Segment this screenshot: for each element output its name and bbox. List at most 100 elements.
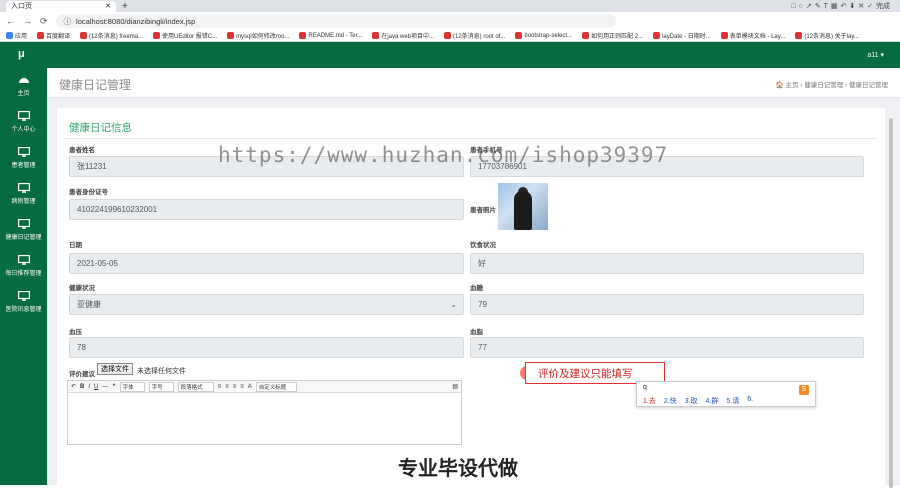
- bookmark-item[interactable]: 如何用正则匹配 2...: [582, 31, 643, 40]
- text-tool-icon[interactable]: T: [824, 3, 828, 10]
- pen-tool-icon[interactable]: ✎: [815, 2, 821, 10]
- bp-label: 血压: [69, 329, 82, 336]
- bookmark-item[interactable]: 百度翻译: [37, 31, 70, 40]
- close-annot-icon[interactable]: ✕: [858, 2, 864, 10]
- blood-sugar-input[interactable]: 79: [470, 294, 864, 315]
- sidebar-item[interactable]: 健康日记管理: [0, 212, 47, 248]
- ime-logo-icon: S: [799, 385, 809, 395]
- patient-photo: [498, 183, 548, 230]
- bookmark-item[interactable]: 表单模块文档 - Lay...: [720, 31, 785, 40]
- bookmark-icon: [37, 32, 45, 39]
- save-icon[interactable]: ⬇: [849, 2, 855, 10]
- ime-candidate[interactable]: 3.取: [685, 396, 698, 406]
- sidebar-item-label: 病例管理: [11, 199, 36, 205]
- underline-icon[interactable]: U: [94, 384, 98, 390]
- ime-candidates[interactable]: 1.去 2.快 3.取 4.群 5.请 6.: [643, 396, 753, 406]
- undo-icon[interactable]: ↶: [71, 383, 76, 390]
- ime-candidate[interactable]: 2.快: [664, 396, 677, 406]
- bookmark-icon: [372, 32, 380, 39]
- align-center-icon[interactable]: ≡: [225, 384, 229, 390]
- id-label: 患者身份证号: [69, 189, 108, 196]
- choose-file-button[interactable]: 选择文件: [97, 363, 133, 375]
- scrollbar[interactable]: [888, 108, 894, 488]
- italic-icon[interactable]: I: [88, 384, 90, 390]
- diet-input[interactable]: 好: [470, 253, 864, 274]
- font-family-select[interactable]: 字体: [119, 381, 145, 392]
- url-input[interactable]: ⓘ localhost:8080/dianzibingli/index.jsp: [55, 14, 616, 28]
- bookmarks-bar: 应用 百度翻译 (12条消息) freema... 使用UEditor 报错C... m…: [0, 30, 900, 42]
- monitor-icon: [17, 147, 30, 157]
- close-tab-icon[interactable]: ✕: [105, 2, 111, 10]
- ime-input: q: [643, 384, 647, 391]
- ime-candidate-box[interactable]: q 1.去 2.快 3.取 4.群 5.请 6. S: [636, 381, 816, 407]
- rect-tool-icon[interactable]: □: [791, 3, 795, 10]
- bookmark-item[interactable]: README.md - Ter...: [299, 32, 362, 39]
- ime-candidate[interactable]: 1.去: [643, 396, 656, 406]
- align-justify-icon[interactable]: ≡: [240, 384, 244, 390]
- bookmark-item[interactable]: bootstrap-select...: [515, 32, 572, 39]
- id-input[interactable]: 410224199610232001: [69, 199, 464, 220]
- forward-icon[interactable]: →: [23, 16, 32, 26]
- sidebar-item[interactable]: 主页: [0, 68, 47, 104]
- info-icon: ⓘ: [63, 16, 72, 26]
- arrow-tool-icon[interactable]: ↗: [806, 2, 812, 10]
- monitor-icon: [17, 219, 30, 229]
- reload-icon[interactable]: ⟳: [40, 16, 48, 27]
- sidebar-item[interactable]: 个人中心: [0, 104, 47, 140]
- ime-candidate[interactable]: 4.群: [706, 396, 719, 406]
- watermark: https://www.huzhan.com/ishop39397: [218, 143, 669, 167]
- sidebar-item[interactable]: 医院讯息管理: [0, 284, 47, 320]
- bold-icon[interactable]: B: [80, 384, 84, 390]
- date-input[interactable]: 2021-05-05: [69, 253, 464, 274]
- bookmark-item[interactable]: (12条消息) 关于lay...: [795, 31, 859, 40]
- sidebar-item-label: 个人中心: [11, 127, 36, 133]
- breadcrumb[interactable]: 🏠 主页 › 健康日记管理 › 健康日记管理: [776, 79, 888, 89]
- quote-icon[interactable]: ❝: [112, 383, 115, 390]
- sidebar-item-label: 健康日记管理: [5, 235, 42, 241]
- font-color-icon[interactable]: A: [248, 384, 252, 390]
- confirm-icon[interactable]: ✓: [867, 2, 873, 10]
- bookmark-icon: [720, 32, 728, 39]
- new-tab-icon[interactable]: +: [122, 1, 128, 12]
- done-label[interactable]: 完成: [876, 1, 890, 11]
- rich-text-editor[interactable]: ↶ B I U — ❝ 字体 字号 段落格式 ≡ ≡ ≡ ≡ A 自定义标题 ▤: [67, 380, 462, 445]
- ime-candidate[interactable]: 5.请: [726, 396, 739, 406]
- app-header: μ a11 ▾: [0, 42, 900, 68]
- health-select[interactable]: 亚健康 ⌄: [69, 294, 464, 315]
- bookmark-label: (12条消息) root of...: [453, 34, 506, 40]
- bookmark-item[interactable]: mysql如何修改roo...: [227, 31, 289, 40]
- lipid-input[interactable]: 77: [470, 337, 864, 358]
- bookmark-item[interactable]: (12条消息) freema...: [80, 31, 143, 40]
- bookmark-item[interactable]: layDate - 日期时...: [653, 31, 711, 40]
- back-icon[interactable]: ←: [6, 16, 15, 26]
- fullscreen-icon[interactable]: ▤: [452, 383, 458, 390]
- bookmark-item[interactable]: 使用UEditor 报错C...: [153, 31, 217, 40]
- align-left-icon[interactable]: ≡: [218, 384, 222, 390]
- health-select-value: 亚健康: [77, 300, 101, 309]
- mosaic-tool-icon[interactable]: ▦: [831, 2, 838, 10]
- bookmark-item[interactable]: 应用: [6, 31, 27, 40]
- bookmark-icon: [6, 32, 13, 39]
- circle-tool-icon[interactable]: ○: [799, 3, 803, 10]
- strike-icon[interactable]: —: [102, 384, 108, 390]
- bp-input[interactable]: 78: [69, 337, 464, 358]
- bookmark-icon: [795, 32, 803, 39]
- bookmark-label: 在java web项目中...: [381, 34, 434, 40]
- ime-candidate[interactable]: 6.: [747, 396, 753, 406]
- sidebar-item[interactable]: 患者管理: [0, 140, 47, 176]
- bookmark-item[interactable]: 在java web项目中...: [372, 31, 434, 40]
- bookmark-icon: [444, 32, 451, 39]
- bookmark-item[interactable]: (12条消息) root of...: [444, 31, 505, 40]
- bookmark-label: bootstrap-select...: [524, 32, 573, 39]
- sidebar-item[interactable]: 病例管理: [0, 176, 47, 212]
- bookmark-label: (12条消息) freema...: [89, 34, 144, 40]
- editor-toolbar: ↶ B I U — ❝ 字体 字号 段落格式 ≡ ≡ ≡ ≡ A 自定义标题 ▤: [68, 381, 461, 393]
- browser-tab[interactable]: 入口页 ✕: [6, 0, 116, 12]
- paragraph-select[interactable]: 段落格式: [177, 381, 214, 392]
- custom-title-select[interactable]: 自定义标题: [255, 381, 298, 392]
- align-right-icon[interactable]: ≡: [233, 384, 237, 390]
- undo-icon[interactable]: ↶: [841, 2, 847, 10]
- sidebar-item[interactable]: 每日推荐管理: [0, 248, 47, 284]
- font-size-select[interactable]: 字号: [148, 381, 174, 392]
- user-menu[interactable]: a11 ▾: [867, 51, 884, 59]
